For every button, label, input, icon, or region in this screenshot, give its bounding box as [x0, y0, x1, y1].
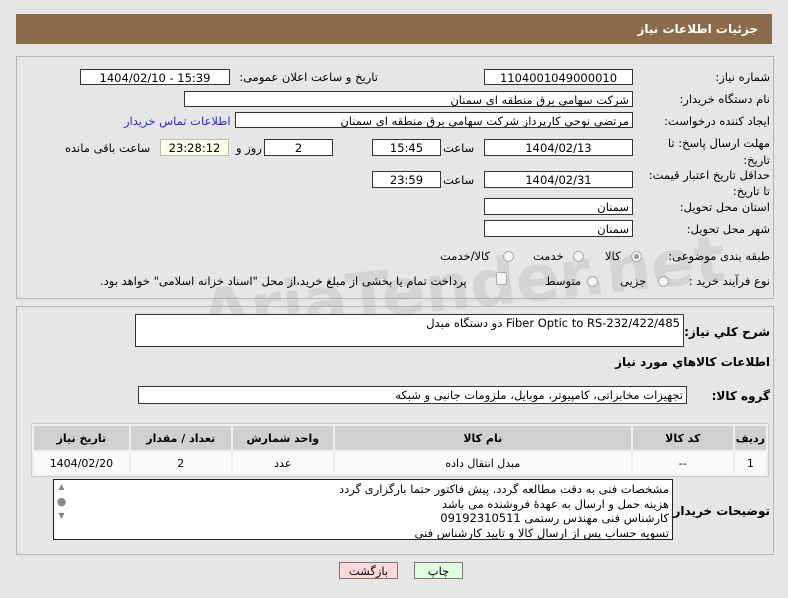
buyer-label: نام دستگاه خریدار: [679, 92, 770, 106]
col-name: نام کالا [334, 426, 631, 450]
validity-time-label: ساعت [443, 173, 475, 187]
creator-label: ایجاد کننده درخواست: [664, 114, 770, 128]
validity-label: حداقل تاریخ اعتبار قیمت: [648, 168, 770, 182]
notes-line: مشخصات فنی به دقت مطالعه گردد. پیش فاکتو… [339, 482, 669, 496]
need-number-label: شماره نیاز: [715, 70, 770, 84]
buyer-notes-label: توضیحات خریدار: [668, 504, 770, 518]
validity-time-field: 23:59 [372, 171, 441, 188]
page-title: جزئیات اطلاعات نیاز [637, 22, 758, 36]
cell-name: مبدل انتقال داده [334, 452, 631, 474]
category-radio-goods[interactable] [631, 251, 642, 262]
goods-group-field: تجهیزات مخابراتی، کامپیوتر، موبایل، ملزو… [138, 386, 687, 404]
goods-group-label: گروه کالا: [711, 389, 770, 403]
need-number-field: 1104001049000010 [484, 69, 633, 85]
col-row: ردیف [734, 426, 766, 450]
city-label: شهر محل تحویل: [686, 222, 770, 236]
notes-line: هزینه حمل و ارسال به عهدهٔ فروشنده می با… [441, 496, 669, 511]
cell-need-date: 1404/02/20 [34, 452, 129, 474]
city-field: سمنان [484, 220, 633, 237]
cell-row: 1 [734, 452, 766, 474]
deadline-time-label: ساعت [443, 141, 475, 155]
scroll-thumb-icon[interactable]: ● [54, 495, 69, 510]
scroll-up-icon[interactable]: ▲ [54, 480, 69, 495]
process-radio-minor[interactable] [658, 276, 669, 287]
time-remaining-field: 23:28:12 [160, 139, 229, 156]
process-radio-medium[interactable] [587, 276, 598, 287]
category-option-service: خدمت [533, 249, 564, 263]
buyer-notes-field: مشخصات فنی به دقت مطالعه گردد. پیش فاکتو… [53, 479, 673, 540]
goods-heading: اطلاعات کالاهاي مورد نياز [615, 355, 770, 369]
process-option-minor: جزیی [620, 274, 647, 288]
validity-label-2: تا تاریخ: [732, 184, 770, 198]
time-remaining-label: ساعت باقی مانده [65, 141, 151, 155]
cell-quantity: 2 [130, 452, 231, 474]
back-button[interactable]: بازگشت [339, 562, 398, 579]
announce-label: تاریخ و ساعت اعلان عمومی: [239, 70, 378, 84]
province-field: سمنان [484, 198, 633, 215]
table-header-row: ردیف کد کالا نام کالا واحد شمارش تعداد /… [34, 426, 766, 450]
province-label: استان محل تحویل: [679, 200, 770, 214]
days-label: روز و [236, 141, 262, 155]
validity-date-field: 1404/02/31 [484, 171, 633, 188]
description-field: دو دستگاه مبدل Fiber Optic to RS-232/422… [135, 314, 684, 347]
col-need-date: تاریخ نیاز [34, 426, 129, 450]
cell-code: -- [632, 452, 733, 474]
col-code: کد کالا [632, 426, 733, 450]
category-option-goods: کالا [605, 249, 621, 263]
deadline-time-field: 15:45 [372, 139, 441, 156]
category-option-goods-service: کالا/خدمت [440, 249, 491, 263]
notes-line: تسویه حساب پس از ارسال کالا و تایید کارش… [414, 525, 669, 540]
description-label: شرح کلي نياز: [684, 325, 770, 339]
days-remaining-field: 2 [264, 139, 333, 156]
creator-field: مرتضی نوحی کارپرداز شرکت سهامی برق منطقه… [235, 112, 633, 128]
col-quantity: تعداد / مقدار [130, 426, 231, 450]
deadline-label: مهلت ارسال پاسخ: تا [667, 136, 770, 150]
process-label: نوع فرآیند خرید : [688, 274, 770, 288]
cell-unit: عدد [232, 452, 333, 474]
scroll-down-icon[interactable]: ▼ [54, 509, 69, 524]
category-radio-goods-service[interactable] [503, 251, 514, 262]
notes-line: کارشناس فنی مهندس رستمی 09192310511 [440, 511, 669, 525]
print-button[interactable]: چاپ [414, 562, 463, 579]
table-row: 1 -- مبدل انتقال داده عدد 2 1404/02/20 [34, 452, 766, 474]
deadline-label-2: تاریخ: [743, 153, 770, 167]
buyer-field: شرکت سهامی برق منطقه ای سمنان [184, 91, 633, 107]
process-option-medium: متوسط [545, 274, 582, 288]
col-unit: واحد شمارش [232, 426, 333, 450]
announce-datetime-field: 1404/02/10 - 15:39 [80, 69, 230, 85]
buyer-contact-link[interactable]: اطلاعات تماس خریدار [124, 114, 231, 128]
treasury-payment-checkbox[interactable] [496, 272, 507, 285]
page-header: جزئیات اطلاعات نیاز [16, 14, 772, 44]
category-radio-service[interactable] [573, 251, 584, 262]
treasury-payment-note: پرداخت تمام یا بخشی از مبلغ خرید،از محل … [100, 274, 467, 288]
notes-scrollbar[interactable]: ▲ ● ▼ [54, 480, 69, 539]
category-label: طبقه بندی موضوعی: [668, 249, 770, 263]
goods-table: ردیف کد کالا نام کالا واحد شمارش تعداد /… [31, 423, 769, 477]
deadline-date-field: 1404/02/13 [484, 139, 633, 156]
